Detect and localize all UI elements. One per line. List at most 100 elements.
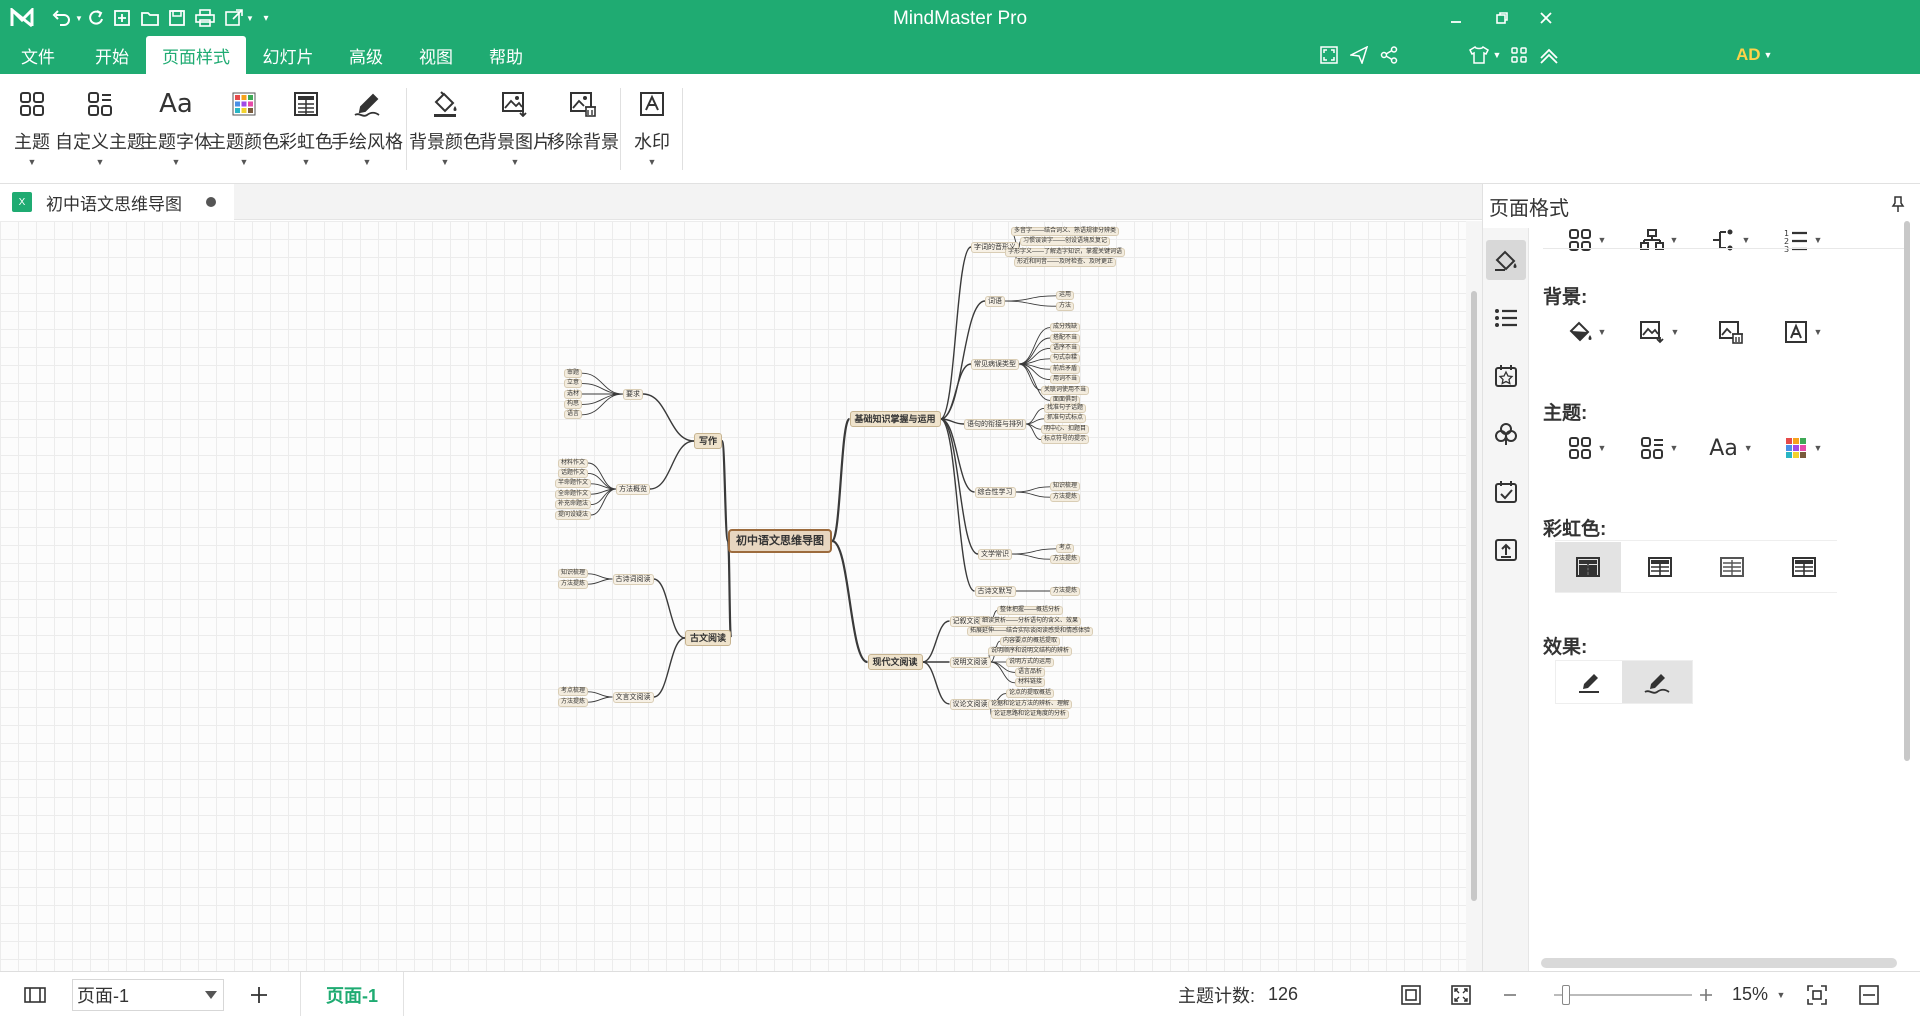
menu-slides[interactable]: 幻灯片: [256, 36, 320, 74]
leaf-topic[interactable]: 审题: [564, 368, 583, 378]
panel-theme-color-button[interactable]: ▼: [1773, 428, 1833, 468]
leaf-topic[interactable]: 找准句子话题: [1044, 403, 1087, 413]
panel-theme-button[interactable]: ▼: [1557, 428, 1617, 468]
main-topic[interactable]: 现代文阅读: [867, 654, 923, 670]
scrollbar-thumb[interactable]: [1471, 291, 1477, 901]
customize-quick-access-icon[interactable]: ▾: [259, 6, 273, 30]
leaf-topic[interactable]: 选材: [564, 389, 583, 399]
root-topic[interactable]: 初中语文思维导图: [728, 529, 832, 553]
leaf-topic[interactable]: 方法提炼: [1050, 492, 1081, 502]
panel-custom-theme-button[interactable]: ▼: [1629, 428, 1689, 468]
export-dropdown-icon[interactable]: ▼: [245, 6, 255, 30]
fit-to-window-icon[interactable]: [1804, 982, 1830, 1008]
subtopic[interactable]: 文言文阅读: [612, 691, 654, 703]
minimize-icon[interactable]: [1436, 4, 1476, 32]
undo-icon[interactable]: [46, 6, 76, 30]
effect-hand-drawn-button[interactable]: [1622, 661, 1692, 703]
leaf-topic[interactable]: 语言: [564, 410, 583, 420]
menu-view[interactable]: 视图: [408, 36, 464, 74]
layout-org-chart-button[interactable]: ▼: [1629, 220, 1689, 260]
panel-horizontal-scrollbar[interactable]: [1541, 958, 1897, 968]
theme-font-button[interactable]: Aa 主题字体 ▼: [140, 84, 212, 176]
open-folder-icon[interactable]: [138, 6, 162, 30]
leaf-topic[interactable]: 材料作文: [558, 458, 589, 468]
leaf-topic[interactable]: 搭配不当: [1050, 333, 1081, 343]
outline-tab[interactable]: [1486, 298, 1526, 338]
leaf-topic[interactable]: 考点: [1056, 544, 1075, 554]
mindmap-canvas[interactable]: 初中语文思维导图 写作 要求 审题 立意 选材 构思 语言 方法概览 材料作文 话题作文 半命题作文全…: [0, 221, 1466, 971]
scrollbar-thumb[interactable]: [1904, 221, 1910, 761]
redo-icon[interactable]: [84, 6, 108, 30]
subtopic[interactable]: 方法概览: [616, 483, 650, 495]
leaf-topic[interactable]: 语言品析: [1015, 667, 1046, 677]
subtopic[interactable]: 要求: [623, 388, 643, 400]
leaf-topic[interactable]: 方法提炼: [558, 697, 589, 707]
clipart-tab[interactable]: [1486, 414, 1526, 454]
leaf-topic[interactable]: 说明顺序和说明文结构的辨析: [988, 647, 1073, 657]
numbering-button[interactable]: 123▼: [1773, 220, 1833, 260]
leaf-topic[interactable]: 知识梳理: [1050, 482, 1081, 492]
toggle-sidebar-icon[interactable]: [22, 982, 48, 1008]
leaf-topic[interactable]: 形近和同音——及时检查、及时更正: [1014, 258, 1117, 268]
apps-icon[interactable]: [1508, 44, 1530, 66]
pin-icon[interactable]: [1888, 194, 1908, 214]
canvas-vertical-scrollbar[interactable]: [1466, 221, 1482, 971]
leaf-topic[interactable]: 方法: [1056, 301, 1075, 311]
leaf-topic[interactable]: 前后矛盾: [1050, 364, 1081, 374]
leaf-topic[interactable]: 说明方式的运用: [1006, 657, 1055, 667]
skin-dropdown-icon[interactable]: ▼: [1492, 44, 1502, 66]
leaf-topic[interactable]: 论点的提取概括: [1006, 689, 1055, 699]
main-topic[interactable]: 古文阅读: [685, 630, 732, 646]
undo-dropdown-icon[interactable]: ▼: [74, 6, 84, 30]
hand-drawn-button[interactable]: 手绘风格 ▼: [331, 84, 403, 176]
subtopic[interactable]: 综合性学习: [974, 486, 1016, 498]
leaf-topic[interactable]: 成分残缺: [1050, 323, 1081, 333]
zoom-out-icon[interactable]: [1500, 982, 1520, 1008]
leaf-topic[interactable]: 抓准句式标点: [1044, 414, 1087, 424]
document-tab[interactable]: X 初中语文思维导图: [0, 184, 234, 220]
send-icon[interactable]: [1348, 44, 1370, 66]
export-icon[interactable]: [222, 6, 246, 30]
fullscreen-icon[interactable]: [1448, 982, 1474, 1008]
rainbow-button[interactable]: 彩虹色 ▼: [279, 84, 333, 176]
leaf-topic[interactable]: 习惯误读字——创设语境反复记: [1020, 237, 1111, 247]
account-badge[interactable]: AD: [1736, 45, 1761, 65]
panel-background-color-button[interactable]: ▼: [1557, 312, 1617, 352]
leaf-topic[interactable]: 用词不当: [1050, 375, 1081, 385]
theme-color-button[interactable]: 主题颜色 ▼: [208, 84, 280, 176]
background-color-button[interactable]: 背景颜色 ▼: [409, 84, 481, 176]
leaf-topic[interactable]: 半命题作文: [555, 479, 592, 489]
subtopic[interactable]: 古诗文默写: [974, 585, 1016, 597]
leaf-topic[interactable]: 论证思路和论证角度的分析: [991, 709, 1070, 719]
page-tab[interactable]: 页面-1: [300, 972, 404, 1016]
watermark-button[interactable]: 水印 ▼: [632, 84, 672, 176]
custom-theme-button[interactable]: 自定义主题 ▼: [55, 84, 145, 176]
menu-help[interactable]: 帮助: [478, 36, 534, 74]
restore-icon[interactable]: [1482, 4, 1522, 32]
panel-watermark-button[interactable]: ▼: [1773, 312, 1833, 352]
leaf-topic[interactable]: 立意: [564, 379, 583, 389]
shirt-icon[interactable]: [1466, 44, 1492, 66]
export-tab[interactable]: [1486, 530, 1526, 570]
leaf-topic[interactable]: 补充命题法: [555, 500, 592, 510]
leaf-topic[interactable]: 运用: [1056, 291, 1075, 301]
leaf-topic[interactable]: 知识梳理: [558, 569, 589, 579]
rainbow-option-2[interactable]: [1627, 542, 1693, 592]
zoom-level[interactable]: 15%: [1732, 972, 1768, 1016]
effect-normal-button[interactable]: [1556, 661, 1622, 703]
unsaved-dot-icon[interactable]: [206, 197, 216, 207]
page-format-tab[interactable]: [1486, 240, 1526, 280]
panel-remove-background-button[interactable]: [1701, 312, 1761, 352]
leaf-topic[interactable]: 构思: [564, 399, 583, 409]
layout-structure-button[interactable]: ▼: [1557, 220, 1617, 260]
add-page-icon[interactable]: [246, 982, 272, 1008]
mindmaster-logo-icon[interactable]: [8, 5, 36, 31]
theme-button[interactable]: 主题 ▼: [12, 84, 52, 176]
fullscreen-icon[interactable]: [1318, 44, 1340, 66]
panel-theme-font-button[interactable]: Aa ▼: [1701, 428, 1761, 468]
leaf-topic[interactable]: 字形字义——了解造字知识，掌握关键词语: [1005, 247, 1126, 257]
background-image-button[interactable]: 背景图片 ▼: [479, 84, 551, 176]
main-topic[interactable]: 基础知识掌握与运用: [849, 411, 941, 427]
subtopic[interactable]: 词语: [985, 295, 1005, 307]
leaf-topic[interactable]: 拓展延伸——结合实际谈阅读感受和情感体验: [967, 626, 1094, 636]
